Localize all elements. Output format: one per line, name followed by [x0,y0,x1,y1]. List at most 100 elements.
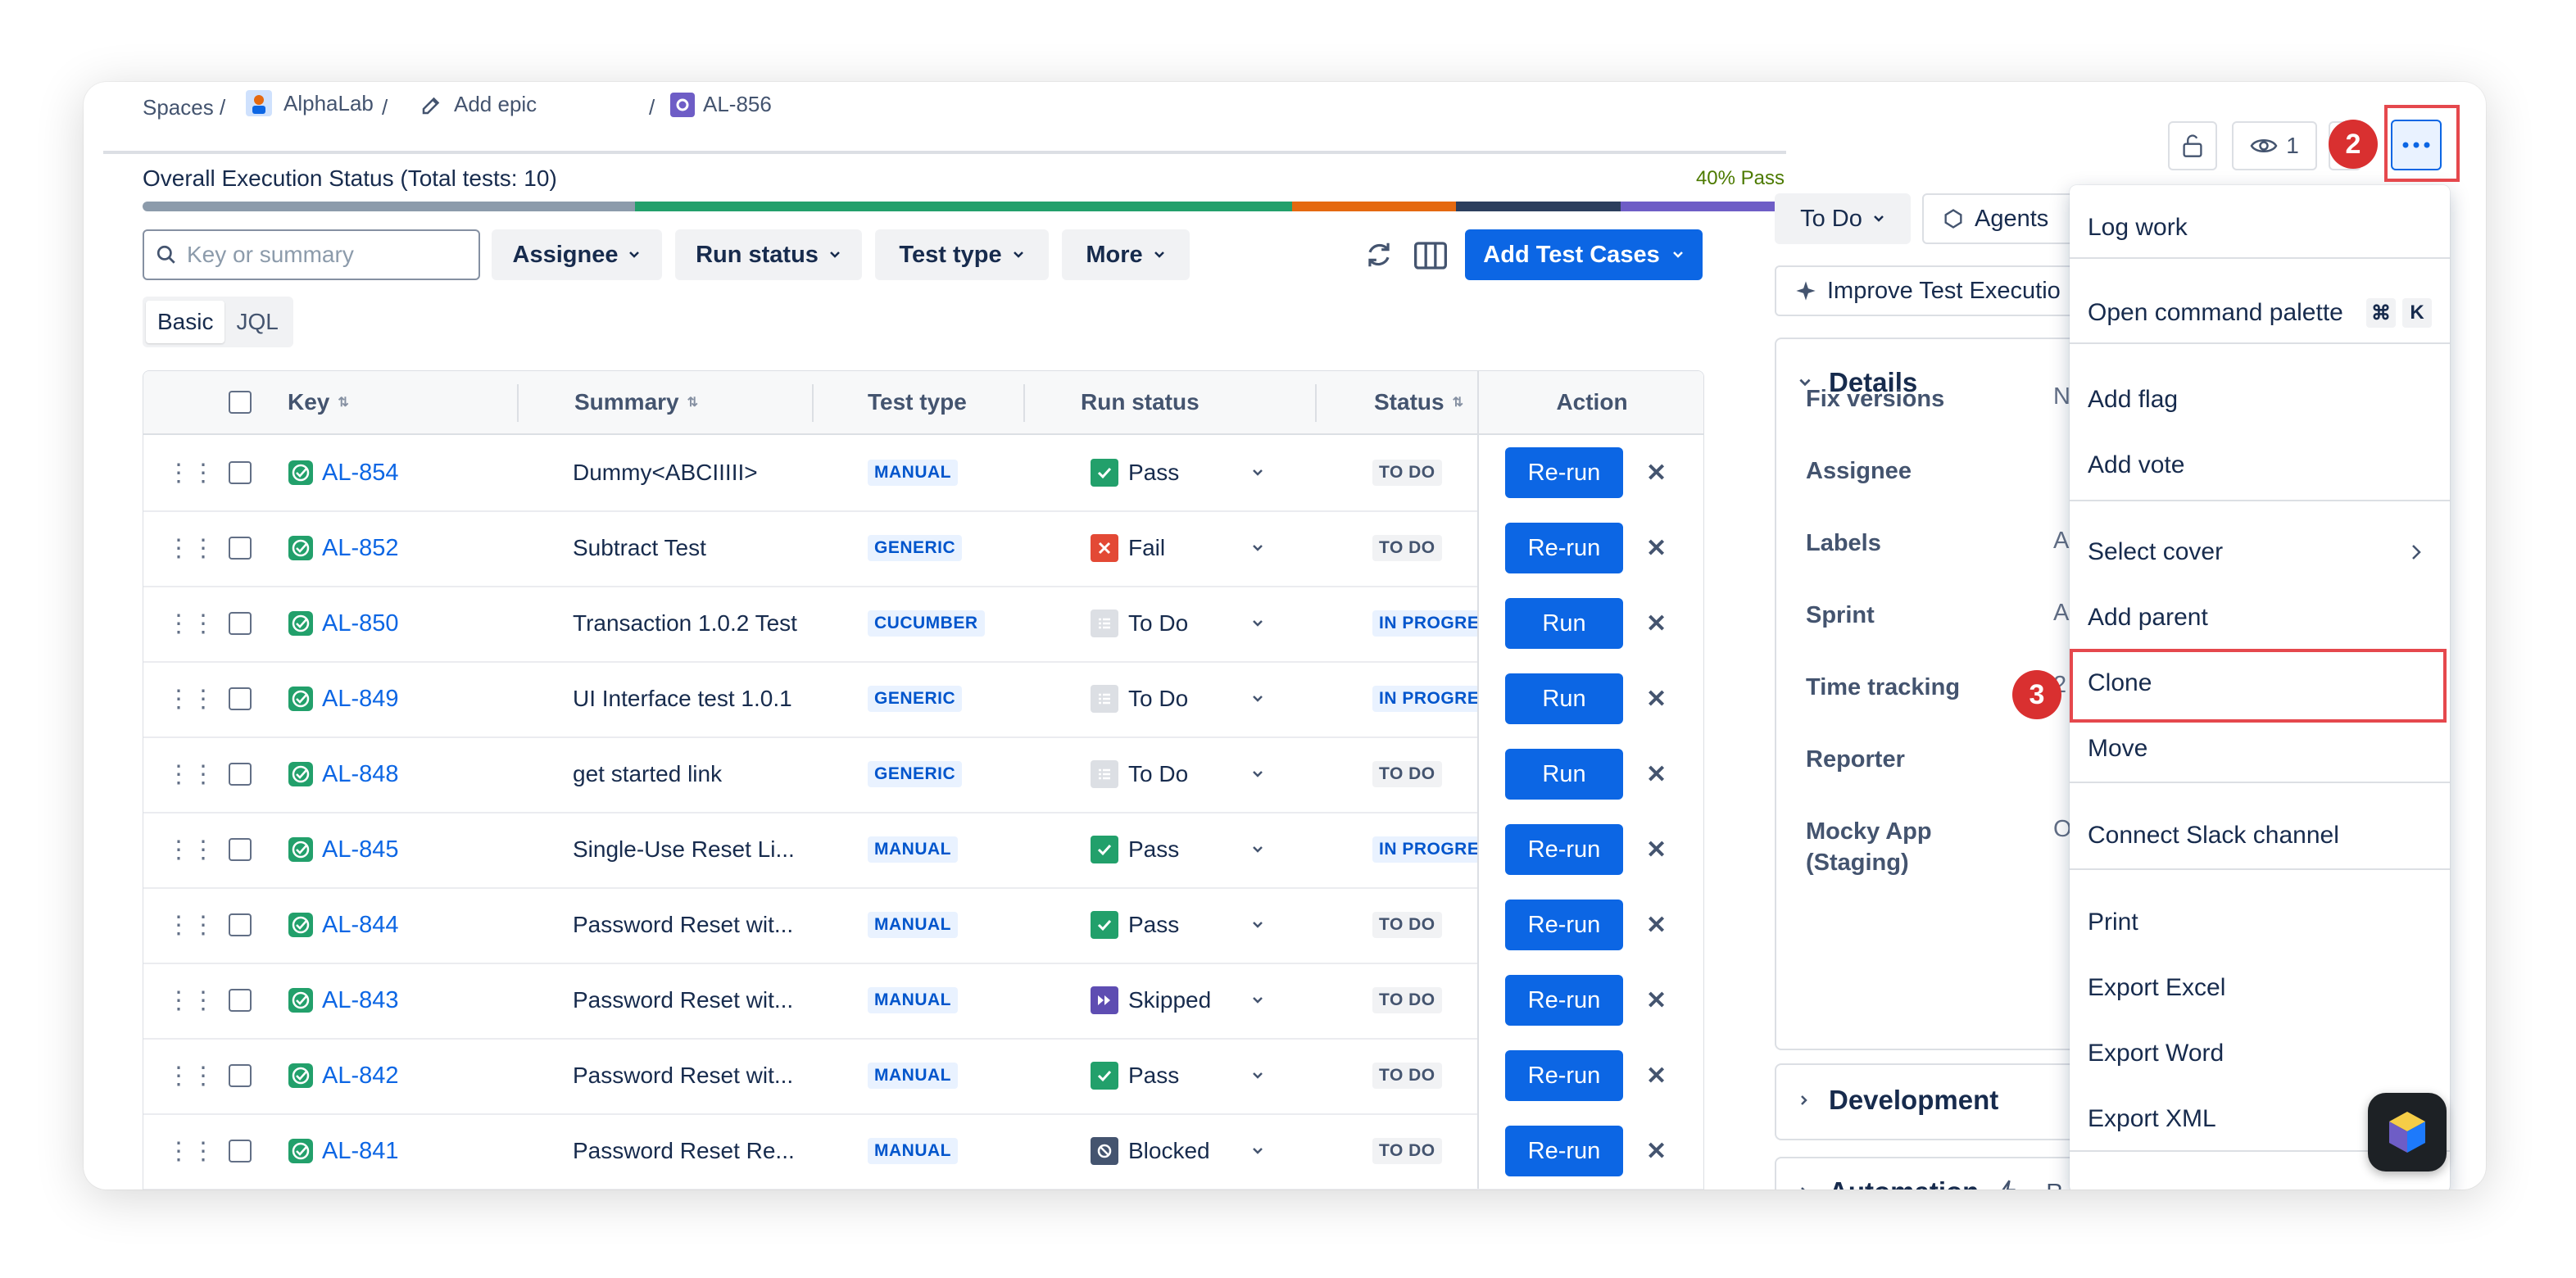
drag-handle-icon[interactable]: ⋮⋮ [166,435,215,510]
issue-key-link[interactable]: AL-844 [322,912,399,939]
field-value[interactable]: A [2053,528,2069,555]
menu-item-select-cover[interactable]: Select cover [2070,521,2450,583]
run-button[interactable]: Run [1505,598,1623,649]
breadcrumb-project[interactable]: AlphaLab [246,90,374,116]
column-resizer[interactable] [517,384,519,422]
breadcrumb-spaces[interactable]: Spaces [143,95,214,120]
run-button[interactable]: Re-run [1505,1050,1623,1101]
column-resizer[interactable] [812,384,814,422]
remove-icon[interactable]: ✕ [1646,610,1667,638]
column-resizer[interactable] [1023,384,1025,422]
drag-handle-icon[interactable]: ⋮⋮ [166,1038,215,1113]
menu-item-add-flag[interactable]: Add flag [2070,369,2450,431]
field-value[interactable]: N [2053,383,2070,410]
row-checkbox[interactable] [229,763,252,786]
issue-key-link[interactable]: AL-843 [322,987,399,1014]
menu-item-add-vote[interactable]: Add vote [2070,434,2450,496]
run-status-select[interactable]: Pass [1091,887,1264,963]
column-resizer[interactable] [1315,384,1317,422]
remove-icon[interactable]: ✕ [1646,836,1667,864]
filter-run-status-button[interactable]: Run status [675,229,862,280]
remove-icon[interactable]: ✕ [1646,986,1667,1015]
run-button[interactable]: Re-run [1505,1126,1623,1176]
run-button[interactable]: Run [1505,749,1623,800]
table-row[interactable]: ⋮⋮ AL-845 Single-Use Reset Li... MANUAL Pass… [143,812,1703,889]
issue-key-link[interactable]: AL-848 [322,761,399,788]
automation-panel[interactable]: Automation R [1775,1157,2102,1190]
agents-button[interactable]: Agents [1922,193,2083,244]
table-row[interactable]: ⋮⋮ AL-854 Dummy<ABCIIIII> MANUAL Pass TO DO Re… [143,435,1703,512]
header-status[interactable]: Status ⇅ [1374,371,1463,433]
row-checkbox[interactable] [229,1140,252,1162]
run-button[interactable]: Re-run [1505,523,1623,573]
improve-test-execution-button[interactable]: Improve Test Executio [1775,265,2086,316]
drag-handle-icon[interactable]: ⋮⋮ [166,736,215,812]
table-row[interactable]: ⋮⋮ AL-852 Subtract Test GENERIC Fail TO DO Re-… [143,510,1703,587]
drag-handle-icon[interactable]: ⋮⋮ [166,510,215,586]
run-status-select[interactable]: Fail [1091,510,1264,586]
status-transition-button[interactable]: To Do [1775,193,1911,244]
issue-key-link[interactable]: AL-842 [322,1063,399,1090]
filter-more-button[interactable]: More [1062,229,1190,280]
run-button[interactable]: Re-run [1505,824,1623,875]
issue-key-link[interactable]: AL-854 [322,460,399,487]
drag-handle-icon[interactable]: ⋮⋮ [166,812,215,887]
issue-key-link[interactable]: AL-852 [322,535,399,562]
row-checkbox[interactable] [229,537,252,560]
run-button[interactable]: Re-run [1505,975,1623,1026]
issue-key-link[interactable]: AL-849 [322,686,399,713]
table-row[interactable]: ⋮⋮ AL-843 Password Reset wit... MANUAL Skipp… [143,963,1703,1040]
search-input[interactable] [185,241,467,269]
issue-key-link[interactable]: AL-850 [322,610,399,637]
menu-item-log-work[interactable]: Log work [2070,197,2450,259]
drag-handle-icon[interactable]: ⋮⋮ [166,586,215,661]
remove-icon[interactable]: ✕ [1646,911,1667,940]
row-checkbox[interactable] [229,687,252,710]
header-test-type[interactable]: Test type [868,371,967,433]
menu-item-open-command-palette[interactable]: Open command palette ⌘ K [2070,282,2450,344]
run-status-select[interactable]: Pass [1091,435,1264,510]
header-run-status[interactable]: Run status [1081,371,1200,433]
breadcrumb-issue[interactable]: AL-856 [670,92,772,117]
run-button[interactable]: Run [1505,673,1623,724]
table-row[interactable]: ⋮⋮ AL-841 Password Reset Re... MANUAL Blocke… [143,1113,1703,1190]
drag-handle-icon[interactable]: ⋮⋮ [166,887,215,963]
table-row[interactable]: ⋮⋮ AL-842 Password Reset wit... MANUAL Pass T… [143,1038,1703,1115]
search-input-wrapper[interactable] [143,229,480,280]
menu-item-connect-slack-channel[interactable]: Connect Slack channel [2070,804,2450,867]
basic-mode-button[interactable]: Basic [146,301,225,343]
table-row[interactable]: ⋮⋮ AL-848 get started link GENERIC To Do TO D… [143,736,1703,813]
row-checkbox[interactable] [229,913,252,936]
filter-assignee-button[interactable]: Assignee [492,229,662,280]
run-status-select[interactable]: To Do [1091,661,1264,736]
add-test-cases-button[interactable]: Add Test Cases [1465,229,1703,280]
run-status-select[interactable]: Pass [1091,812,1264,887]
issue-key-link[interactable]: AL-845 [322,836,399,863]
run-status-select[interactable]: Blocked [1091,1113,1264,1189]
menu-item-export-word[interactable]: Export Word [2070,1022,2450,1085]
drag-handle-icon[interactable]: ⋮⋮ [166,963,215,1038]
watch-button[interactable]: 1 [2232,121,2317,170]
menu-item-add-parent[interactable]: Add parent [2070,587,2450,649]
refresh-icon[interactable] [1363,239,1395,270]
run-status-select[interactable]: To Do [1091,736,1264,812]
remove-icon[interactable]: ✕ [1646,1062,1667,1090]
remove-icon[interactable]: ✕ [1646,685,1667,714]
row-checkbox[interactable] [229,461,252,484]
run-status-select[interactable]: To Do [1091,586,1264,661]
header-key[interactable]: Key ⇅ [288,371,349,433]
remove-icon[interactable]: ✕ [1646,760,1667,789]
row-checkbox[interactable] [229,612,252,635]
menu-item-print[interactable]: Print [2070,891,2450,954]
row-checkbox[interactable] [229,1064,252,1087]
table-row[interactable]: ⋮⋮ AL-849 UI Interface test 1.0.1 GENERIC To… [143,661,1703,738]
table-row[interactable]: ⋮⋮ AL-850 Transaction 1.0.2 Test CUCUMBER To… [143,586,1703,663]
run-button[interactable]: Re-run [1505,900,1623,950]
field-value[interactable]: A [2053,600,2069,627]
menu-item-export-excel[interactable]: Export Excel [2070,957,2450,1019]
development-panel[interactable]: Development [1775,1063,2102,1140]
remove-icon[interactable]: ✕ [1646,459,1667,487]
breadcrumb-epic[interactable]: Add epic [420,92,537,117]
select-all-checkbox[interactable] [229,391,252,414]
floating-app-button[interactable] [2368,1093,2447,1172]
